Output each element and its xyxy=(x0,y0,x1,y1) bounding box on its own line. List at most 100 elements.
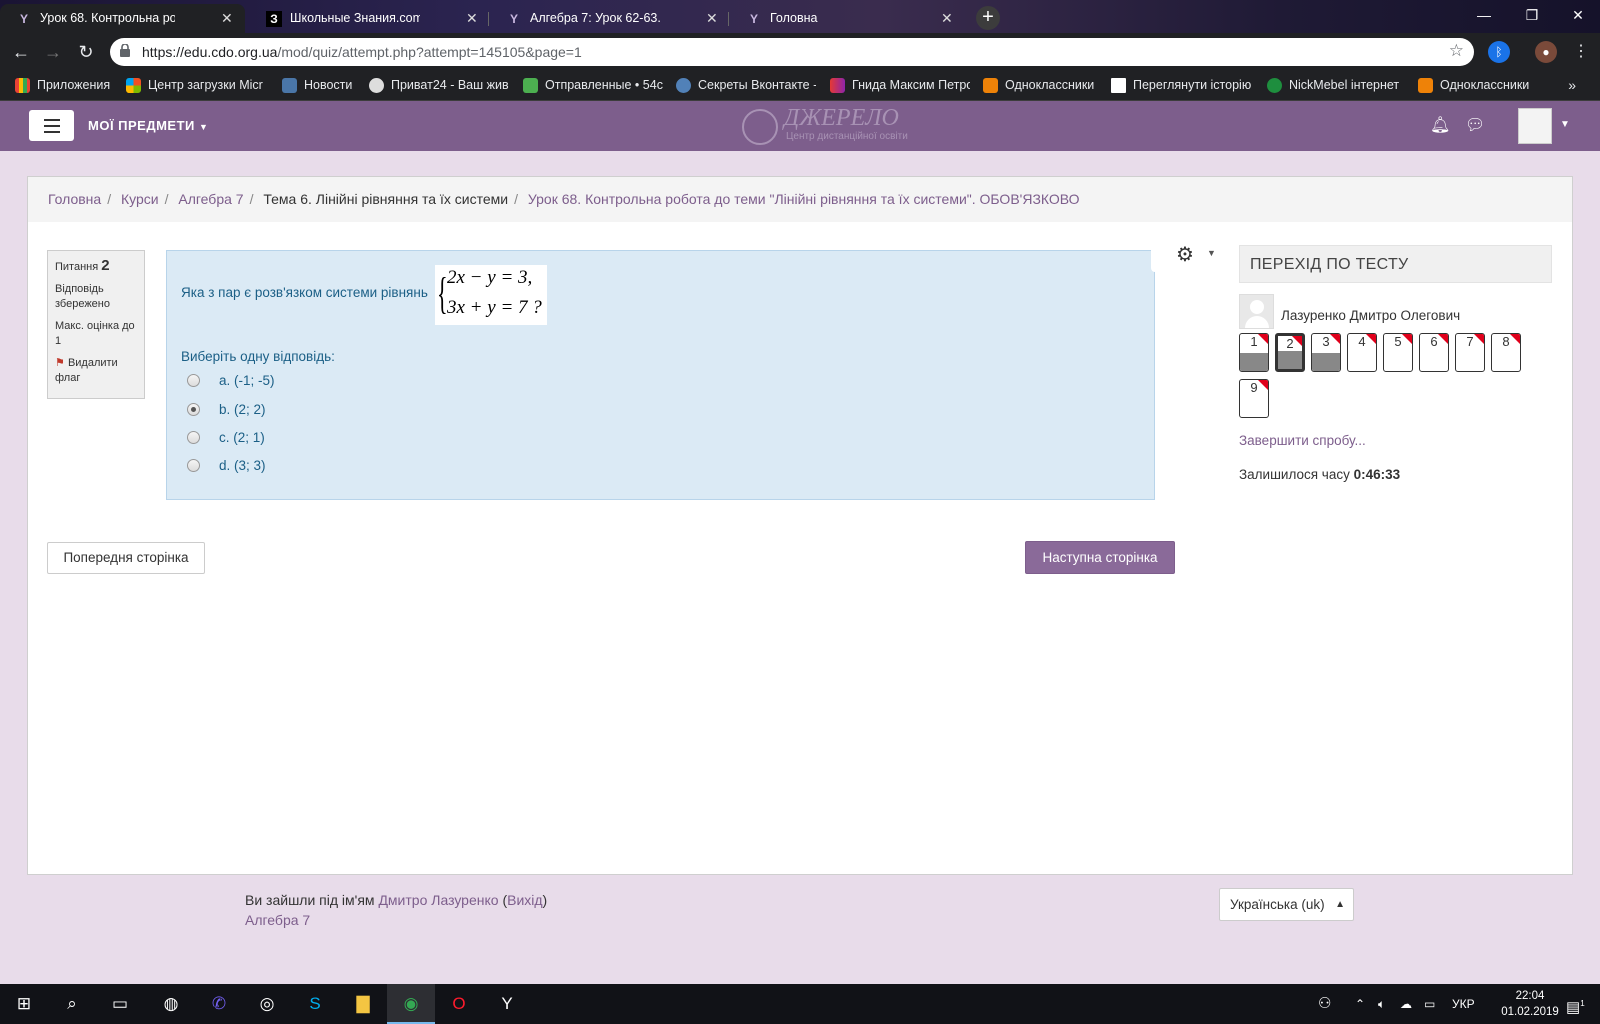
chevron-up-icon[interactable]: ⌃ xyxy=(1355,984,1365,1024)
my-subjects-menu[interactable]: МОЇ ПРЕДМЕТИ ▼ xyxy=(88,101,208,152)
bookmark-nickmebel[interactable]: NickMebel інтернет xyxy=(1267,70,1402,101)
bookmarks-bar: Приложения Центр загрузки Micr Новости П… xyxy=(0,70,1600,101)
finish-attempt-link[interactable]: Завершити спробу... xyxy=(1239,433,1366,448)
bookmark-apps[interactable]: Приложения xyxy=(15,70,110,101)
close-window-button[interactable]: ✕ xyxy=(1554,0,1600,30)
chrome-icon[interactable]: ◉ xyxy=(387,984,435,1024)
page-icon xyxy=(1111,78,1126,93)
up-down-arrows-icon: ▲ xyxy=(1335,899,1345,910)
close-icon[interactable]: ✕ xyxy=(466,4,480,33)
language-indicator[interactable]: УКР xyxy=(1452,984,1475,1024)
flag-corner-icon xyxy=(1330,334,1340,344)
radio-button[interactable] xyxy=(187,431,200,444)
radio-button-selected[interactable] xyxy=(187,403,200,416)
bookmark-odnoklassniki-2[interactable]: Одноклассники xyxy=(1418,70,1529,101)
close-icon[interactable]: ✕ xyxy=(706,4,720,33)
quiz-nav-question-8[interactable]: 8 xyxy=(1491,333,1521,372)
bluetooth-extension-icon[interactable]: ᛒ xyxy=(1488,41,1510,63)
caret-down-icon[interactable]: ▼ xyxy=(1560,119,1570,130)
quiz-nav-question-9[interactable]: 9 xyxy=(1239,379,1269,418)
bookmark-vk-news[interactable]: Новости xyxy=(282,70,352,101)
minimize-button[interactable]: — xyxy=(1460,0,1508,30)
quiz-nav-question-4[interactable]: 4 xyxy=(1347,333,1377,372)
radio-button[interactable] xyxy=(187,374,200,387)
bookmark-mail[interactable]: Отправленные • 54с xyxy=(523,70,663,101)
breadcrumb-topic: Тема 6. Лінійні рівняння та їх системи xyxy=(263,191,509,207)
mail-envelope-icon xyxy=(523,78,538,93)
quiz-nav-question-7[interactable]: 7 xyxy=(1455,333,1485,372)
tab-home[interactable]: Y Головна ✕ xyxy=(730,4,965,33)
quiz-nav-question-3[interactable]: 3 xyxy=(1311,333,1341,372)
reload-icon[interactable]: ↻ xyxy=(73,39,99,65)
new-tab-button[interactable]: + xyxy=(976,6,1000,30)
network-icon[interactable]: ▭ xyxy=(1424,984,1435,1024)
question-number: Питання 2 xyxy=(55,257,110,274)
chat-bubble-icon[interactable]: 💬︎ xyxy=(1465,115,1485,135)
breadcrumb-home[interactable]: Головна xyxy=(48,191,101,207)
quiz-nav-question-2[interactable]: 2 xyxy=(1275,333,1305,372)
tab-quiz[interactable]: Y Урок 68. Контрольна робота до ✕ xyxy=(0,4,245,33)
people-icon[interactable]: ⚇ xyxy=(1318,984,1331,1024)
quiz-nav-question-6[interactable]: 6 xyxy=(1419,333,1449,372)
hamburger-menu-button[interactable] xyxy=(29,110,74,141)
bookmark-gnida[interactable]: Гнида Максим Петро xyxy=(830,70,970,101)
quiz-nav-question-5[interactable]: 5 xyxy=(1383,333,1413,372)
bookmark-star-icon[interactable]: ☆ xyxy=(1449,41,1464,61)
back-arrow-icon[interactable]: ← xyxy=(8,39,34,65)
bookmark-privat24[interactable]: Приват24 - Ваш жив xyxy=(369,70,509,101)
site-logo[interactable]: ДЖЕРЕЛО Центр дистанційної освіти xyxy=(742,105,922,147)
radio-button[interactable] xyxy=(187,459,200,472)
file-explorer-icon[interactable]: ▇ xyxy=(339,984,387,1024)
cloud-icon[interactable]: ☁ xyxy=(1400,984,1412,1024)
flag-corner-icon xyxy=(1510,334,1520,344)
breadcrumb: Головна / Курси / Алгебра 7/ Тема 6. Ліній… xyxy=(28,177,1572,222)
close-icon[interactable]: ✕ xyxy=(221,4,235,33)
forward-arrow-icon[interactable]: → xyxy=(40,39,66,65)
bell-icon[interactable]: 🔔︎ xyxy=(1430,115,1450,135)
windows-start-icon[interactable]: ⊞ xyxy=(0,984,48,1024)
bookmark-history[interactable]: Переглянути історію xyxy=(1111,70,1251,101)
question-text: Яка з пар є розв'язком системи рівнянь xyxy=(181,285,428,300)
flag-corner-icon xyxy=(1402,334,1412,344)
bookmark-vk-secrets[interactable]: Секреты Вконтакте - xyxy=(676,70,816,101)
logout-link[interactable]: Вихід xyxy=(507,892,542,908)
tab-algebra[interactable]: Y Алгебра 7: Урок 62-63. Розв`язу ✕ xyxy=(490,4,730,33)
task-view-icon[interactable]: ▭ xyxy=(96,984,144,1024)
steam-icon[interactable]: ◍ xyxy=(147,984,195,1024)
course-link[interactable]: Алгебра 7 xyxy=(245,912,310,928)
yandex-browser-icon[interactable]: Y xyxy=(483,984,531,1024)
quiz-nav-question-1[interactable]: 1 xyxy=(1239,333,1269,372)
quiz-navigation-title: ПЕРЕХІД ПО ТЕСТУ xyxy=(1239,245,1552,283)
opera-icon[interactable]: O xyxy=(435,984,483,1024)
bookmarks-overflow-button[interactable]: » xyxy=(1568,70,1576,101)
tab-separator xyxy=(488,12,489,26)
bookmark-odnoklassniki[interactable]: Одноклассники xyxy=(983,70,1094,101)
restore-button[interactable]: ❐ xyxy=(1508,0,1556,30)
app-ring-icon[interactable]: ◎ xyxy=(243,984,291,1024)
notifications-icon[interactable]: ▤1 xyxy=(1566,984,1585,1024)
address-bar-row: ← → ↻ https://edu.cdo.org.ua/mod/quiz/at… xyxy=(0,33,1600,70)
volume-icon[interactable]: 🔈︎ xyxy=(1378,984,1385,1024)
viber-icon[interactable]: ✆ xyxy=(195,984,243,1024)
user-avatar[interactable] xyxy=(1518,108,1552,144)
breadcrumb-courses[interactable]: Курси xyxy=(121,191,159,207)
skype-icon[interactable]: S xyxy=(291,984,339,1024)
question-actions-menu[interactable]: ⚙ ▼ xyxy=(1151,240,1221,272)
browser-menu-icon[interactable]: ⋮ xyxy=(1568,39,1594,65)
previous-page-button[interactable]: Попередня сторінка xyxy=(47,542,205,574)
close-icon[interactable]: ✕ xyxy=(941,4,955,33)
bookmark-microsoft[interactable]: Центр загрузки Micr xyxy=(126,70,266,101)
remove-flag-link[interactable]: ⚑ Видалити флаг xyxy=(55,356,137,387)
question-status: Відповідь збережено xyxy=(55,282,110,311)
url-input[interactable]: https://edu.cdo.org.ua/mod/quiz/attempt.… xyxy=(110,38,1474,66)
next-page-button[interactable]: Наступна сторінка xyxy=(1025,541,1175,574)
flag-corner-icon xyxy=(1474,334,1484,344)
tab-znanija[interactable]: З Школьные Знания.com - Решае ✕ xyxy=(250,4,490,33)
user-profile-link[interactable]: Дмитро Лазуренко xyxy=(378,892,498,908)
breadcrumb-algebra7[interactable]: Алгебра 7 xyxy=(178,191,243,207)
breadcrumb-lesson[interactable]: Урок 68. Контрольна робота до теми "Ліні… xyxy=(528,191,1080,207)
profile-avatar-icon[interactable]: ● xyxy=(1535,41,1557,63)
language-select[interactable]: Українська (uk) ▲ xyxy=(1219,888,1354,921)
clock[interactable]: 22:04 01.02.2019 xyxy=(1500,988,1560,1020)
search-icon[interactable]: ⌕ xyxy=(48,984,96,1024)
